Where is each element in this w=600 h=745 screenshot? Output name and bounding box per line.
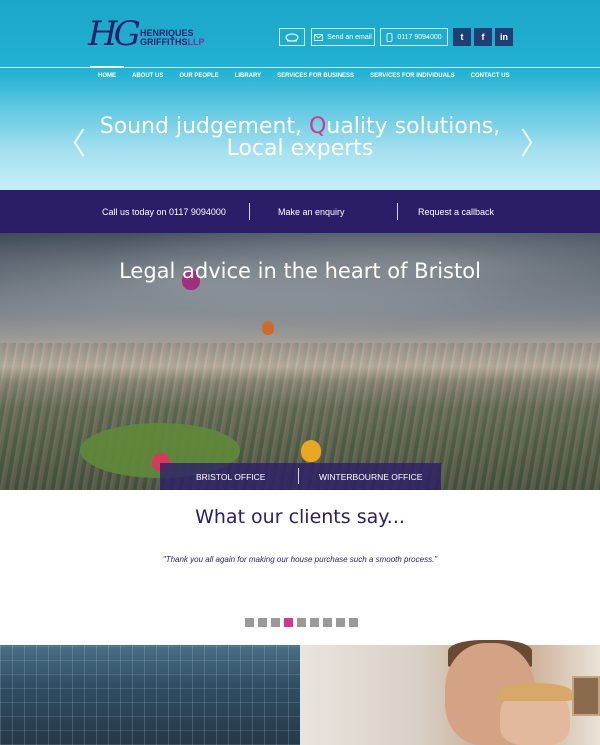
facebook-icon[interactable]: f xyxy=(474,28,492,46)
main-nav: HOME ABOUT US OUR PEOPLE LIBRARY SERVICE… xyxy=(90,66,518,86)
testimonial-dot[interactable] xyxy=(258,618,267,627)
office-building-photo xyxy=(0,645,300,745)
testimonial-dot[interactable] xyxy=(323,618,332,627)
nav-services-individuals[interactable]: SERVICES FOR INDIVIDUALS xyxy=(362,66,463,86)
logo-text: HENRIQUES GRIFFITHSLLP xyxy=(140,29,205,47)
nav-library[interactable]: LIBRARY xyxy=(227,66,269,86)
header: HG HENRIQUES GRIFFITHSLLP Send an email … xyxy=(0,0,600,190)
send-email-button[interactable]: Send an email xyxy=(311,28,375,46)
testimonial-dot[interactable] xyxy=(336,618,345,627)
slider-next-icon[interactable]: 〉 xyxy=(520,130,550,160)
hero-sky xyxy=(0,233,600,353)
nav-our-people[interactable]: OUR PEOPLE xyxy=(171,66,226,86)
office-bar: BRISTOL OFFICE WINTERBOURNE OFFICE xyxy=(160,463,441,490)
testimonial-dot[interactable] xyxy=(245,618,254,627)
hero-title: Legal advice in the heart of Bristol xyxy=(119,259,481,283)
photo-child-hair xyxy=(498,683,572,701)
logo-mark: HG xyxy=(88,14,141,54)
search-icon xyxy=(285,33,299,41)
balloon-image xyxy=(262,321,274,335)
nav-about-us[interactable]: ABOUT US xyxy=(124,66,171,86)
testimonial-dot[interactable] xyxy=(349,618,358,627)
winterbourne-office-link[interactable]: WINTERBOURNE OFFICE xyxy=(319,472,422,482)
request-callback-link[interactable]: Request a callback xyxy=(418,207,494,217)
call-us-link[interactable]: Call us today on 0117 9094000 xyxy=(102,207,226,217)
cta-bar: Call us today on 0117 9094000 Make an en… xyxy=(0,190,600,233)
send-email-label: Send an email xyxy=(327,33,372,41)
make-enquiry-link[interactable]: Make an enquiry xyxy=(278,207,345,217)
glass-facade xyxy=(0,645,300,745)
twitter-icon[interactable]: t xyxy=(453,28,471,46)
linkedin-icon[interactable]: in xyxy=(495,28,513,46)
phone-button[interactable]: 0117 9094000 xyxy=(380,28,448,46)
logo-line2: GRIFFITHS xyxy=(140,37,188,47)
testimonial-dot[interactable] xyxy=(271,618,280,627)
photo-picture-frame xyxy=(572,676,600,716)
envelope-icon xyxy=(314,33,324,41)
bristol-office-link[interactable]: BRISTOL OFFICE xyxy=(196,472,265,482)
testimonials-title: What our clients say... xyxy=(195,506,405,528)
search-button[interactable] xyxy=(279,28,305,46)
cta-divider xyxy=(397,203,398,220)
office-divider xyxy=(298,468,299,484)
nav-services-business[interactable]: SERVICES FOR BUSINESS xyxy=(269,66,362,86)
balloon-image xyxy=(301,440,321,462)
slider-prev-icon[interactable]: 〈 xyxy=(56,130,86,160)
testimonial-dot[interactable] xyxy=(284,618,293,627)
phone-label: 0117 9094000 xyxy=(397,33,442,41)
cta-divider xyxy=(249,203,250,220)
headline-line2: Local experts xyxy=(226,136,374,161)
logo-suffix: LLP xyxy=(187,37,205,47)
slider-headline: Sound judgement, Quality solutions, Loca… xyxy=(0,116,600,160)
nav-home[interactable]: HOME xyxy=(90,66,124,86)
phone-icon xyxy=(386,32,393,42)
testimonial-dot[interactable] xyxy=(297,618,306,627)
nav-contact-us[interactable]: CONTACT US xyxy=(463,66,518,86)
testimonial-pager xyxy=(245,618,358,627)
testimonial-dot[interactable] xyxy=(310,618,319,627)
testimonial-quote: "Thank you all again for making our hous… xyxy=(162,555,438,564)
logo[interactable]: HG HENRIQUES GRIFFITHSLLP xyxy=(88,14,228,54)
